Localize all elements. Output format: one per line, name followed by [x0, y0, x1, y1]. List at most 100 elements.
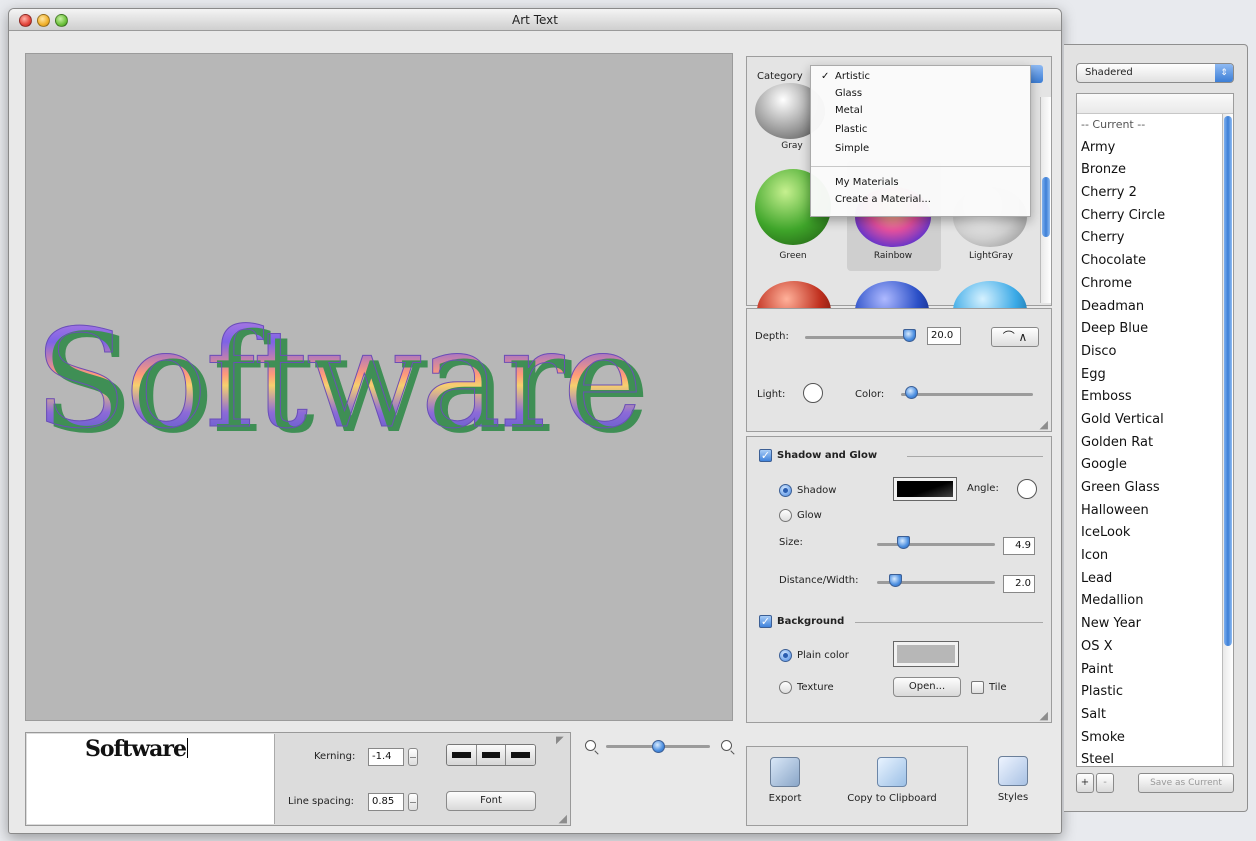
light-color-slider-track[interactable] [901, 393, 1033, 396]
kerning-label: Kerning: [314, 751, 356, 762]
export-toolbar: Export Copy to Clipboard [746, 746, 968, 826]
styles-scroll-thumb[interactable] [1224, 116, 1232, 646]
list-item-style[interactable]: Golden Rat [1077, 432, 1233, 455]
list-item-style[interactable]: New Year [1077, 613, 1233, 636]
menu-item-simple[interactable]: Simple [835, 142, 869, 156]
menu-item-create-material[interactable]: Create a Material... [835, 193, 931, 207]
align-center-button[interactable] [476, 745, 507, 765]
glow-radio-label: Glow [797, 510, 822, 521]
line-spacing-stepper[interactable] [408, 793, 418, 811]
list-item-style[interactable]: Smoke [1077, 727, 1233, 750]
text-entry-area[interactable]: Software [27, 734, 275, 824]
add-style-button[interactable]: + [1076, 773, 1094, 793]
list-item-style[interactable]: Bronze [1077, 159, 1233, 182]
distance-slider-knob[interactable] [889, 574, 902, 587]
shadow-color-well[interactable] [893, 477, 957, 501]
background-checkbox[interactable]: ✓ [759, 615, 772, 628]
list-item-current[interactable]: -- Current -- [1077, 114, 1233, 137]
list-item-style[interactable]: Egg [1077, 364, 1233, 387]
list-item-style[interactable]: Disco [1077, 341, 1233, 364]
styles-category-popup[interactable]: Shadered ⇕ [1076, 63, 1234, 83]
plain-color-radio[interactable] [779, 649, 792, 662]
size-value-field[interactable]: 4.9 [1003, 537, 1035, 555]
clipboard-icon [877, 757, 907, 787]
zoom-out-icon[interactable] [585, 740, 596, 751]
save-as-current-button[interactable]: Save as Current [1138, 773, 1234, 793]
category-popup-arrows-icon[interactable] [1031, 65, 1043, 83]
open-texture-button[interactable]: Open... [893, 677, 961, 697]
tile-checkbox[interactable] [971, 681, 984, 694]
font-button[interactable]: Font [446, 791, 536, 811]
menu-item-artistic[interactable]: ✓ Artistic [821, 70, 870, 84]
align-left-button[interactable] [447, 745, 477, 765]
bevel-shape-control[interactable]: ⌒ ∧ [991, 327, 1039, 347]
text-entry-string: Software [85, 736, 187, 762]
menu-item-glass[interactable]: Glass [835, 87, 862, 101]
list-item-style[interactable]: Halloween [1077, 500, 1233, 523]
list-item-style[interactable]: Chocolate [1077, 250, 1233, 273]
window-title: Art Text [512, 13, 558, 27]
depth-slider-track[interactable] [805, 336, 913, 339]
light-direction-dial[interactable] [803, 383, 823, 403]
light-color-slider-knob[interactable] [905, 386, 918, 399]
list-item-style[interactable]: Deadman [1077, 296, 1233, 319]
kerning-field[interactable]: -1.4 [368, 748, 404, 766]
list-item-style[interactable]: Cherry [1077, 227, 1233, 250]
list-item-style[interactable]: IceLook [1077, 522, 1233, 545]
art-canvas[interactable]: Software [25, 53, 733, 721]
materials-scrollbar[interactable] [1040, 97, 1051, 303]
list-item-style[interactable]: Green Glass [1077, 477, 1233, 500]
depth-value-field[interactable]: 20.0 [927, 327, 961, 345]
editor-collapse-icon[interactable]: ◤ [556, 735, 564, 746]
list-item-style[interactable]: Deep Blue [1077, 318, 1233, 341]
size-slider-knob[interactable] [897, 536, 910, 549]
list-item-style[interactable]: Army [1077, 137, 1233, 160]
depth-slider-knob[interactable] [903, 329, 916, 342]
size-slider-track[interactable] [877, 543, 995, 546]
zoom-slider-knob[interactable] [651, 740, 665, 753]
swatch-label-rainbow: Rainbow [873, 251, 913, 261]
texture-radio[interactable] [779, 681, 792, 694]
background-color-well[interactable] [893, 641, 959, 667]
list-item-style[interactable]: Chrome [1077, 273, 1233, 296]
styles-scrollbar[interactable] [1222, 114, 1233, 766]
list-item-style[interactable]: Google [1077, 454, 1233, 477]
angle-dial[interactable] [1017, 479, 1037, 499]
swatch-label-lightgray: LightGray [969, 251, 1013, 261]
styles-icon [998, 756, 1028, 786]
list-item-style[interactable]: Emboss [1077, 386, 1233, 409]
align-right-button[interactable] [506, 745, 535, 765]
list-item-style[interactable]: Paint [1077, 659, 1233, 682]
list-item-style[interactable]: Cherry 2 [1077, 182, 1233, 205]
styles-list[interactable]: -- Current -- Army Bronze Cherry 2 Cherry C… [1076, 93, 1234, 767]
styles-button[interactable]: Styles [983, 756, 1043, 803]
title-bar[interactable]: Art Text [9, 9, 1061, 31]
copy-to-clipboard-button[interactable]: Copy to Clipboard [827, 757, 957, 804]
zoom-in-icon[interactable] [721, 740, 732, 751]
list-item-style[interactable]: Cherry Circle [1077, 205, 1233, 228]
line-spacing-field[interactable]: 0.85 [368, 793, 404, 811]
export-button[interactable]: Export [757, 757, 813, 804]
menu-item-plastic[interactable]: Plastic [835, 123, 867, 137]
depth-panel-resize-handle[interactable] [1035, 415, 1049, 431]
kerning-stepper[interactable] [408, 748, 418, 766]
editor-resize-handle[interactable] [554, 809, 568, 825]
shadow-panel-resize-handle[interactable] [1035, 706, 1049, 722]
shadow-radio[interactable] [779, 484, 792, 497]
list-item-style[interactable]: OS X [1077, 636, 1233, 659]
list-item-style[interactable]: Salt [1077, 704, 1233, 727]
menu-item-my-materials[interactable]: My Materials [835, 176, 899, 190]
light-color-label: Color: [855, 389, 885, 400]
materials-scroll-thumb[interactable] [1042, 177, 1050, 237]
list-item-style[interactable]: Steel [1077, 749, 1233, 766]
list-item-style[interactable]: Gold Vertical [1077, 409, 1233, 432]
shadow-glow-checkbox[interactable]: ✓ [759, 449, 772, 462]
menu-item-metal[interactable]: Metal [835, 104, 863, 118]
glow-radio[interactable] [779, 509, 792, 522]
distance-value-field[interactable]: 2.0 [1003, 575, 1035, 593]
list-item-style[interactable]: Plastic [1077, 681, 1233, 704]
list-item-style[interactable]: Medallion [1077, 590, 1233, 613]
list-item-style[interactable]: Icon [1077, 545, 1233, 568]
list-item-style[interactable]: Lead [1077, 568, 1233, 591]
remove-style-button[interactable]: - [1096, 773, 1114, 793]
